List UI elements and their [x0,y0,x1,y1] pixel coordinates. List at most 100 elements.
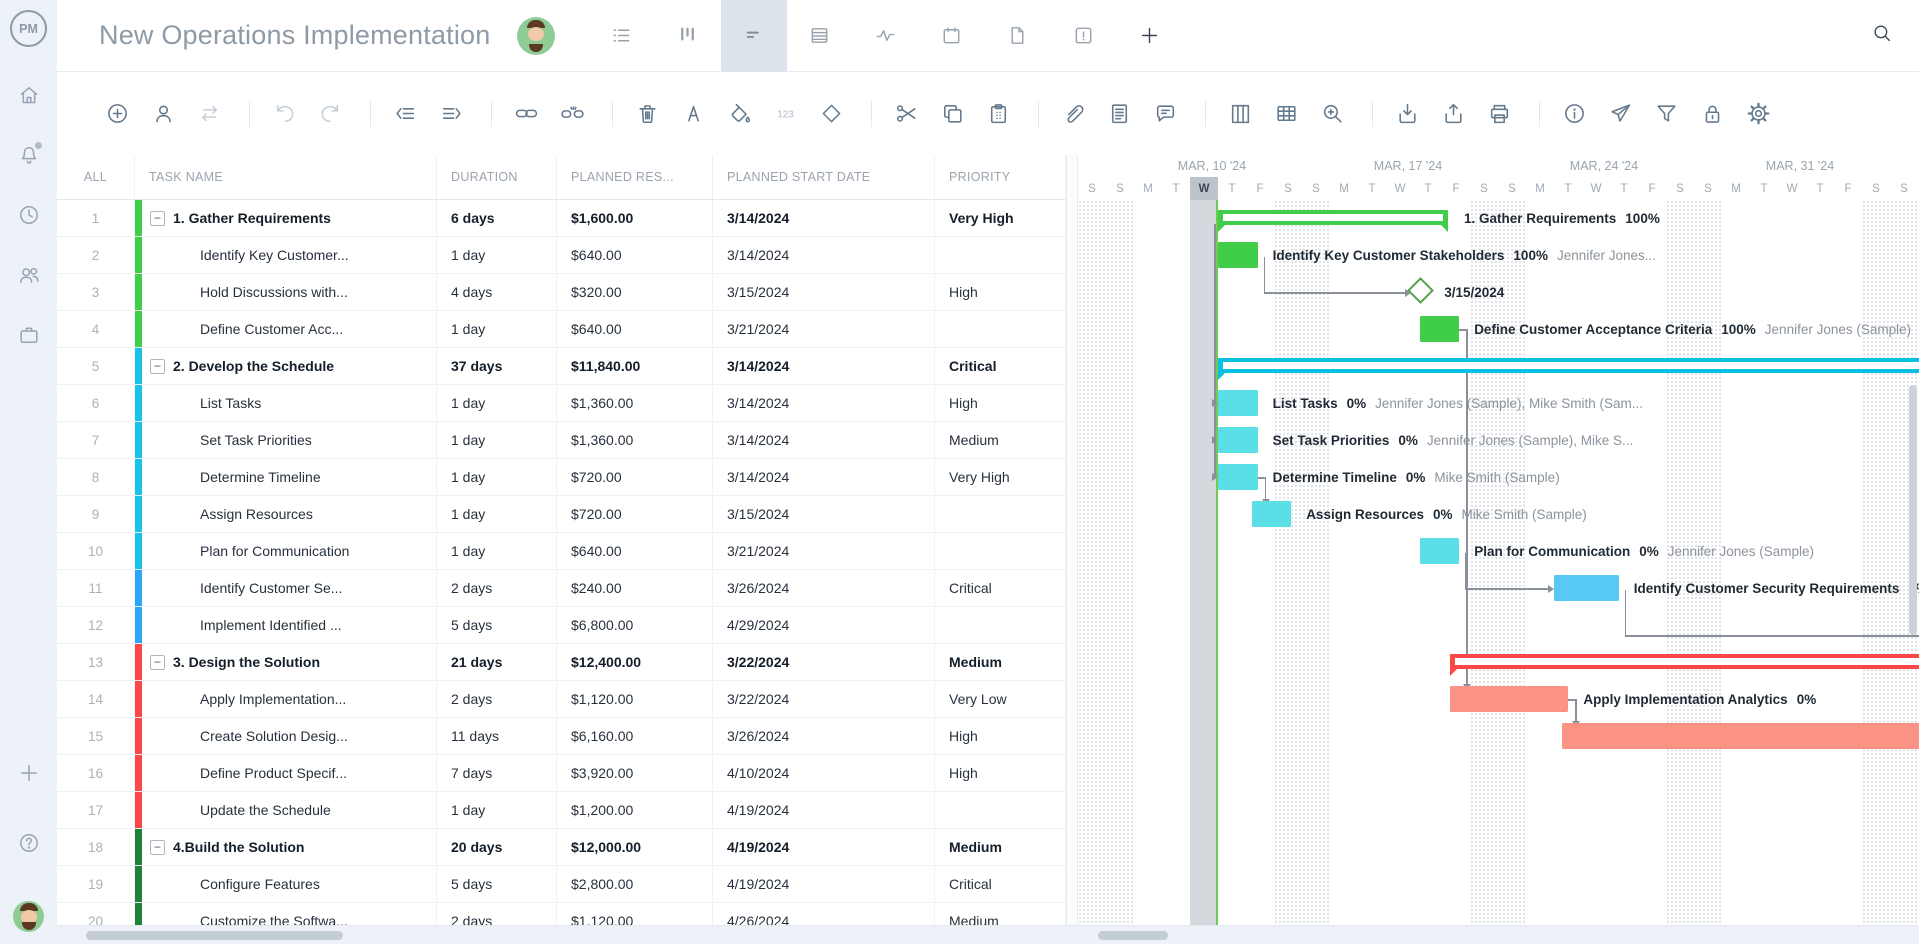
table-row[interactable]: 12Implement Identified ...5 days$6,800.0… [57,607,1066,644]
unlink-icon[interactable] [560,101,585,126]
duration-cell[interactable]: 1 day [437,459,557,495]
table-row[interactable]: 19Configure Features5 days$2,800.004/19/… [57,866,1066,903]
column-header-priority[interactable]: PRIORITY [935,155,1066,199]
undo-icon[interactable] [272,101,297,126]
planned-res-cell[interactable]: $6,800.00 [557,607,713,643]
info-icon[interactable] [1562,101,1587,126]
planned-start-cell[interactable]: 4/26/2024 [713,903,935,925]
priority-cell[interactable]: Medium [935,903,1066,925]
gantt-task-bar[interactable] [1562,723,1919,749]
task-name-cell[interactable]: −2. Develop the Schedule [135,348,437,384]
priority-cell[interactable]: Critical [935,866,1066,902]
planned-start-cell[interactable]: 4/19/2024 [713,866,935,902]
gantt-task-bar[interactable] [1420,316,1460,342]
priority-cell[interactable] [935,792,1066,828]
sidebar-plus-icon[interactable] [17,761,41,785]
tab-issue[interactable] [1051,0,1117,72]
columns-icon[interactable] [1228,101,1253,126]
gear-icon[interactable] [1746,101,1771,126]
task-name-cell[interactable]: Plan for Communication [135,533,437,569]
planned-start-cell[interactable]: 4/19/2024 [713,792,935,828]
column-header-all[interactable]: ALL [57,155,135,199]
planned-start-cell[interactable]: 4/10/2024 [713,755,935,791]
table-row[interactable]: 13−3. Design the Solution21 days$12,400.… [57,644,1066,681]
paste-icon[interactable] [986,101,1011,126]
planned-start-cell[interactable]: 3/15/2024 [713,496,935,532]
priority-cell[interactable]: Medium [935,422,1066,458]
planned-res-cell[interactable]: $1,120.00 [557,681,713,717]
indent-icon[interactable] [439,101,464,126]
print-icon[interactable] [1487,101,1512,126]
planned-start-cell[interactable]: 3/14/2024 [713,385,935,421]
duration-cell[interactable]: 11 days [437,718,557,754]
duration-cell[interactable]: 6 days [437,200,557,236]
duration-cell[interactable]: 1 day [437,496,557,532]
planned-start-cell[interactable]: 3/26/2024 [713,718,935,754]
planned-res-cell[interactable]: $6,160.00 [557,718,713,754]
planned-start-cell[interactable]: 3/15/2024 [713,274,935,310]
comment-icon[interactable] [1153,101,1178,126]
planned-res-cell[interactable]: $720.00 [557,496,713,532]
tab-board[interactable] [655,0,721,72]
tab-calendar[interactable] [919,0,985,72]
duration-cell[interactable]: 1 day [437,533,557,569]
task-name-cell[interactable]: Apply Implementation... [135,681,437,717]
table-hscrollbar-thumb[interactable] [86,931,343,940]
attach-icon[interactable] [1061,101,1086,126]
task-name-cell[interactable]: −4.Build the Solution [135,829,437,865]
planned-res-cell[interactable]: $1,360.00 [557,422,713,458]
table-row[interactable]: 4Define Customer Acc...1 day$640.003/21/… [57,311,1066,348]
priority-cell[interactable]: Very High [935,200,1066,236]
gantt-summary-bar[interactable] [1218,210,1448,225]
priority-cell[interactable]: High [935,755,1066,791]
column-header-planned-res[interactable]: PLANNED RES... [557,155,713,199]
task-name-cell[interactable]: Identify Customer Se... [135,570,437,606]
planned-res-cell[interactable]: $240.00 [557,570,713,606]
task-name-cell[interactable]: Configure Features [135,866,437,902]
task-name-cell[interactable]: Define Product Specif... [135,755,437,791]
task-name-cell[interactable]: Create Solution Desig... [135,718,437,754]
duration-cell[interactable]: 21 days [437,644,557,680]
planned-res-cell[interactable]: $640.00 [557,237,713,273]
numbers-icon[interactable]: 123 [773,101,798,126]
table-row[interactable]: 16Define Product Specif...7 days$3,920.0… [57,755,1066,792]
import-icon[interactable] [1395,101,1420,126]
task-name-cell[interactable]: −3. Design the Solution [135,644,437,680]
gantt-task-bar[interactable] [1218,464,1258,490]
planned-start-cell[interactable]: 3/14/2024 [713,348,935,384]
priority-cell[interactable]: Medium [935,644,1066,680]
priority-cell[interactable]: High [935,718,1066,754]
gantt-task-bar[interactable] [1218,427,1258,453]
copy-icon[interactable] [940,101,965,126]
add-tab-icon[interactable] [1117,0,1183,72]
table-row[interactable]: 18−4.Build the Solution20 days$12,000.00… [57,829,1066,866]
collapse-toggle[interactable]: − [150,655,165,670]
duration-cell[interactable]: 20 days [437,829,557,865]
outdent-icon[interactable] [393,101,418,126]
duration-cell[interactable]: 1 day [437,422,557,458]
tab-sheet[interactable] [787,0,853,72]
table-row[interactable]: 14Apply Implementation...2 days$1,120.00… [57,681,1066,718]
add-user-icon[interactable] [151,101,176,126]
trash-icon[interactable] [635,101,660,126]
task-name-cell[interactable]: −1. Gather Requirements [135,200,437,236]
planned-res-cell[interactable]: $1,200.00 [557,792,713,828]
duration-cell[interactable]: 2 days [437,681,557,717]
tab-workflow[interactable] [853,0,919,72]
planned-start-cell[interactable]: 3/21/2024 [713,311,935,347]
column-header-task-name[interactable]: TASK NAME [135,155,437,199]
duration-cell[interactable]: 1 day [437,385,557,421]
task-name-cell[interactable]: List Tasks [135,385,437,421]
duration-cell[interactable]: 1 day [437,311,557,347]
task-name-cell[interactable]: Determine Timeline [135,459,437,495]
zoom-in-icon[interactable] [1320,101,1345,126]
lock-icon[interactable] [1700,101,1725,126]
sidebar-help-icon[interactable] [17,831,41,855]
planned-res-cell[interactable]: $1,120.00 [557,903,713,925]
duration-cell[interactable]: 7 days [437,755,557,791]
planned-res-cell[interactable]: $640.00 [557,311,713,347]
planned-res-cell[interactable]: $1,360.00 [557,385,713,421]
table-row[interactable]: 11Identify Customer Se...2 days$240.003/… [57,570,1066,607]
table-row[interactable]: 9Assign Resources1 day$720.003/15/2024 [57,496,1066,533]
priority-cell[interactable]: High [935,385,1066,421]
